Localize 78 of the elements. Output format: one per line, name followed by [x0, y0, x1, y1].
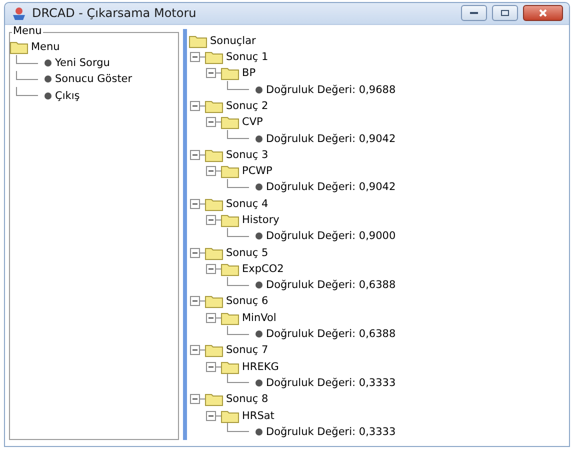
tree-item[interactable]: CVP — [239, 116, 263, 128]
bullet-icon — [255, 428, 263, 436]
tree-item[interactable]: Doğruluk Değeri: 0,9688 — [263, 84, 396, 96]
tree-item[interactable]: Doğruluk Değeri: 0,6388 — [263, 279, 396, 292]
folder-icon — [205, 343, 223, 358]
minimize-icon — [470, 12, 478, 14]
tree-item[interactable]: Sonuç 1 — [223, 51, 268, 64]
tree-item[interactable]: Doğruluk Değeri: 0,9000 — [263, 230, 396, 242]
connector-line — [227, 326, 249, 335]
connector-line — [227, 374, 249, 384]
app-icon — [11, 5, 27, 22]
tree-item[interactable]: BP — [239, 67, 256, 80]
folder-icon — [221, 310, 239, 325]
tree-item[interactable]: Doğruluk Değeri: 0,9042 — [263, 181, 396, 194]
bullet-icon — [255, 281, 263, 290]
tree-item[interactable]: Menu — [28, 40, 60, 53]
tree-item[interactable]: PCWP — [239, 165, 272, 178]
bullet-icon — [255, 232, 263, 240]
tree-item[interactable]: Doğruluk Değeri: 0,9042 — [263, 132, 396, 144]
folder-icon — [205, 294, 223, 308]
tree-item[interactable]: Sonuç 4 — [223, 198, 268, 210]
connector-line — [227, 228, 249, 237]
tree-item[interactable]: HRSat — [239, 410, 274, 422]
folder-icon — [205, 196, 223, 211]
tree-item[interactable]: Doğruluk Değeri: 0,3333 — [263, 426, 396, 438]
connector-line — [227, 276, 249, 286]
connector-line — [16, 54, 38, 64]
tree-item[interactable]: Çıkış — [52, 90, 80, 102]
tree-item[interactable]: Sonuç 7 — [223, 344, 268, 356]
tree-item[interactable]: Sonuç 5 — [223, 246, 268, 259]
bullet-icon — [44, 59, 52, 68]
tree-item[interactable]: ExpCO2 — [239, 262, 284, 275]
minimize-button[interactable] — [461, 5, 487, 22]
tree-item[interactable]: HREKG — [239, 360, 279, 373]
close-icon — [539, 9, 547, 18]
bullet-icon — [255, 330, 263, 338]
folder-icon — [189, 34, 207, 48]
tree-item[interactable]: Yeni Sorgu — [52, 57, 110, 70]
folder-icon — [221, 262, 239, 276]
tree-item[interactable]: Doğruluk Değeri: 0,3333 — [263, 376, 396, 389]
maximize-icon — [501, 10, 509, 16]
connector-line — [227, 423, 249, 432]
connector-line — [16, 87, 38, 96]
tree-item[interactable]: MinVol — [239, 312, 276, 324]
bullet-icon — [44, 75, 52, 84]
connector-line — [227, 81, 249, 90]
bullet-icon — [255, 378, 263, 387]
folder-icon — [221, 212, 239, 227]
folder-icon — [221, 164, 239, 178]
tree-item[interactable]: Sonuç 6 — [223, 295, 268, 308]
bullet-icon — [44, 92, 52, 100]
connector-line — [227, 178, 249, 188]
bullet-icon — [255, 86, 263, 94]
bullet-icon — [255, 183, 263, 192]
bullet-icon — [255, 134, 263, 142]
folder-icon — [221, 408, 239, 423]
close-button[interactable] — [523, 5, 563, 22]
tree-item[interactable]: Sonuç 2 — [223, 100, 268, 112]
folder-icon — [205, 246, 223, 260]
maximize-button[interactable] — [492, 5, 518, 22]
folder-icon — [10, 40, 28, 54]
folder-icon — [205, 148, 223, 162]
tree-item[interactable]: History — [239, 214, 280, 226]
folder-icon — [205, 392, 223, 406]
folder-icon — [221, 115, 239, 130]
connector-line — [227, 130, 249, 140]
window-title: DRCAD - Çıkarsama Motoru — [32, 6, 198, 20]
tree-item[interactable]: Sonuç 8 — [223, 393, 268, 406]
tree-item[interactable]: Sonucu Göster — [52, 73, 132, 86]
folder-icon — [205, 98, 223, 113]
tree-item[interactable]: Sonuçlar — [207, 34, 256, 47]
tree-item[interactable]: Sonuç 3 — [223, 148, 268, 161]
connector-line — [16, 70, 38, 80]
panel-title: Menu — [12, 24, 43, 37]
folder-icon — [221, 360, 239, 374]
folder-icon — [205, 50, 223, 64]
tree-item[interactable]: Doğruluk Değeri: 0,6388 — [263, 328, 396, 340]
folder-icon — [221, 66, 239, 80]
